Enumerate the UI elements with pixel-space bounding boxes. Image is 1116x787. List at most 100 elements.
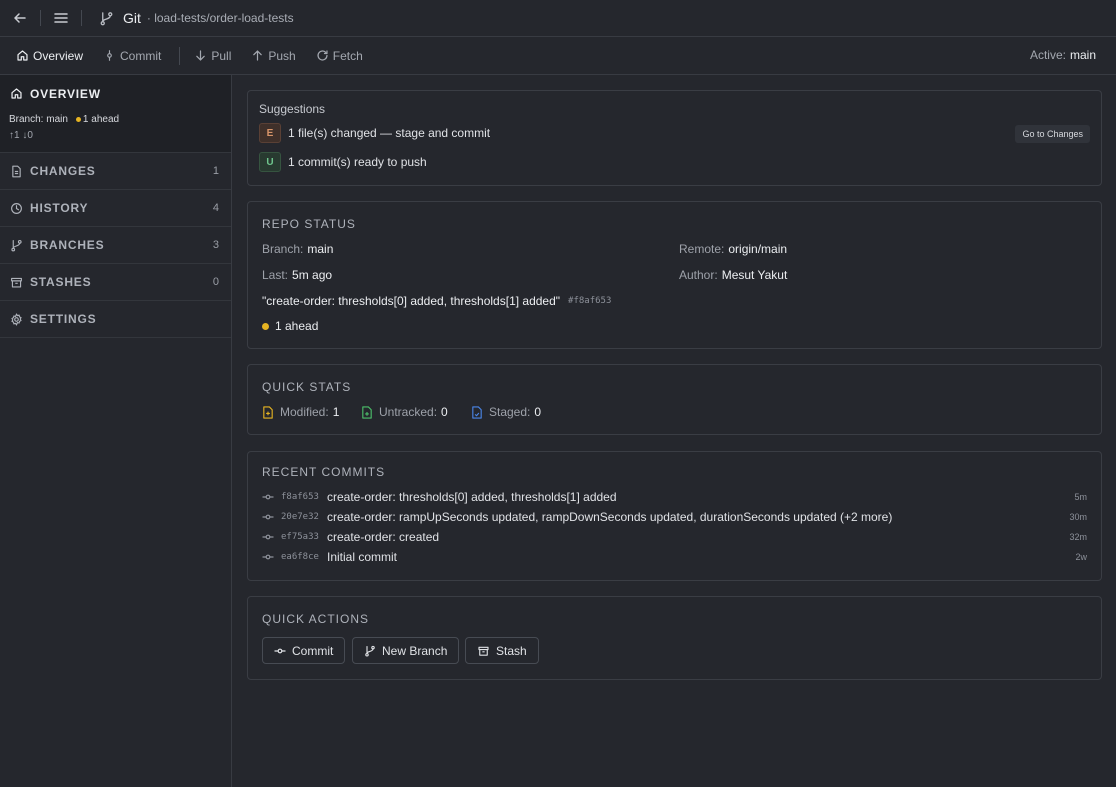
- author-field: Author: Mesut Yakut: [679, 268, 787, 282]
- recent-commits-title: RECENT COMMITS: [262, 465, 386, 479]
- ahead-text: 1 ahead: [275, 319, 319, 333]
- menu-button[interactable]: [51, 8, 71, 28]
- sidebar-item-changes[interactable]: CHANGES 1: [0, 153, 231, 190]
- modified-file-icon: [263, 405, 273, 419]
- active-branch-indicator: Active: main: [1030, 48, 1096, 62]
- arrow-up-icon: [253, 50, 263, 61]
- file-icon: [12, 165, 21, 177]
- new-branch-button[interactable]: New Branch: [352, 637, 460, 664]
- sidebar-item-label: SETTINGS: [30, 312, 97, 326]
- commit-icon: [274, 648, 286, 653]
- branch-text: Branch: main: [9, 114, 68, 125]
- suggestion-text: 1 file(s) changed — stage and commit: [288, 126, 491, 140]
- fetch-button[interactable]: Fetch: [310, 45, 369, 67]
- commit-icon: [262, 534, 274, 540]
- author-label: Author:: [679, 268, 718, 282]
- last-commit-hash[interactable]: #f8af653: [568, 296, 611, 306]
- repo-path: · load-tests/order-load-tests: [146, 11, 294, 25]
- commit-message: create-order: created: [327, 530, 440, 544]
- modified-stat: Modified: 1: [262, 405, 339, 419]
- overview-branch-info: Branch: main 1 ahead ↑1 ↓0: [0, 112, 231, 153]
- recent-commits-card: RECENT COMMITS f8af653 create-order: thr…: [247, 451, 1102, 581]
- commit-row[interactable]: ef75a33 create-order: created 32m: [262, 528, 1087, 546]
- sidebar-item-count: 0: [212, 276, 219, 288]
- sidebar: OVERVIEW Branch: main 1 ahead ↑1 ↓0 CHAN…: [0, 75, 232, 787]
- arrow-left-icon: [14, 13, 26, 23]
- sidebar-item-count: 3: [212, 239, 219, 251]
- last-label: Last:: [262, 268, 289, 282]
- author-value: Mesut Yakut: [721, 268, 788, 282]
- top-bar: Git · load-tests/order-load-tests: [0, 0, 1116, 37]
- toolbar-divider: [179, 46, 181, 65]
- stash-button[interactable]: Stash: [465, 637, 539, 664]
- toolbar: Overview Commit Pull Push Fetch Active: m…: [0, 37, 1116, 75]
- sidebar-item-label: STASHES: [30, 275, 92, 289]
- commit-icon: [262, 494, 274, 500]
- commit-age: 30m: [1069, 512, 1087, 522]
- gear-icon: [11, 312, 22, 326]
- modified-label: Modified:: [280, 405, 329, 419]
- clock-icon: [11, 202, 22, 214]
- edited-badge: E: [259, 123, 281, 143]
- push-button[interactable]: Push: [245, 45, 301, 67]
- commit-hash: f8af653: [281, 492, 319, 502]
- staged-label: Staged:: [489, 405, 531, 419]
- commit-hash: 20e7e32: [281, 512, 319, 522]
- commit-hash: ef75a33: [281, 532, 319, 542]
- branch-value: main: [307, 242, 334, 256]
- sidebar-item-settings[interactable]: SETTINGS: [0, 301, 231, 338]
- commit-age: 2w: [1075, 552, 1087, 562]
- ahead-dot: [262, 322, 269, 330]
- sync-counts: ↑1 ↓0: [9, 130, 33, 141]
- ahead-dot: [75, 117, 81, 122]
- quick-actions-title: QUICK ACTIONS: [262, 612, 370, 626]
- suggestion-item: E 1 file(s) changed — stage and commit: [259, 123, 490, 143]
- repo-status-card: REPO STATUS Branch: main Remote: origin/ma…: [247, 201, 1102, 349]
- branch-label: Branch:: [262, 242, 304, 256]
- staged-file-icon: [472, 405, 482, 419]
- sidebar-item-history[interactable]: HISTORY 4: [0, 190, 231, 227]
- overview-label: Overview: [33, 48, 84, 63]
- sidebar-item-stashes[interactable]: STASHES 0: [0, 264, 231, 301]
- branch-field: Branch: main: [262, 242, 333, 256]
- remote-label: Remote:: [679, 242, 725, 256]
- branch-icon: [11, 239, 22, 251]
- arrow-down-icon: [196, 50, 206, 61]
- active-branch-name: main: [1069, 48, 1096, 62]
- fetch-label: Fetch: [332, 48, 363, 63]
- modified-value: 1: [332, 405, 340, 419]
- commit-action-label: Commit: [292, 643, 334, 658]
- suggestion-item: U 1 commit(s) ready to push: [259, 152, 427, 172]
- sidebar-item-label: HISTORY: [30, 201, 89, 215]
- last-commit-message: "create-order: thresholds[0] added, thre…: [262, 294, 561, 308]
- commit-hash: ea6f8ce: [281, 552, 319, 562]
- go-to-changes-button[interactable]: Go to Changes: [1015, 125, 1090, 143]
- sidebar-item-label: BRANCHES: [30, 238, 105, 252]
- last-commit-row: "create-order: thresholds[0] added, thre…: [262, 294, 611, 308]
- ahead-text: 1 ahead: [82, 114, 120, 125]
- git-branch-icon: [96, 8, 116, 28]
- hamburger-icon: [54, 13, 68, 23]
- commit-label: Commit: [120, 48, 162, 63]
- commit-row[interactable]: ea6f8ce Initial commit 2w: [262, 548, 1087, 566]
- commit-button[interactable]: Commit: [97, 45, 167, 67]
- pull-button[interactable]: Pull: [188, 45, 237, 67]
- commit-icon: [262, 514, 274, 520]
- untracked-label: Untracked:: [379, 405, 438, 419]
- commit-age: 32m: [1069, 532, 1087, 542]
- unpushed-badge: U: [259, 152, 281, 172]
- quick-stats-title: QUICK STATS: [262, 380, 352, 394]
- stash-label: Stash: [496, 643, 527, 658]
- commit-row[interactable]: 20e7e32 create-order: rampUpSeconds upda…: [262, 508, 1087, 526]
- commit-action-button[interactable]: Commit: [262, 637, 346, 664]
- staged-stat: Staged: 0: [471, 405, 541, 419]
- overview-button[interactable]: Overview: [10, 45, 89, 67]
- repo-status-title: REPO STATUS: [262, 217, 356, 231]
- commit-row[interactable]: f8af653 create-order: thresholds[0] adde…: [262, 488, 1087, 506]
- back-button[interactable]: [10, 8, 30, 28]
- commit-message: create-order: rampUpSeconds updated, ram…: [327, 510, 893, 524]
- sidebar-item-overview[interactable]: OVERVIEW: [0, 75, 231, 112]
- sidebar-item-branches[interactable]: BRANCHES 3: [0, 227, 231, 264]
- divider: [40, 10, 41, 26]
- untracked-stat: Untracked: 0: [361, 405, 448, 419]
